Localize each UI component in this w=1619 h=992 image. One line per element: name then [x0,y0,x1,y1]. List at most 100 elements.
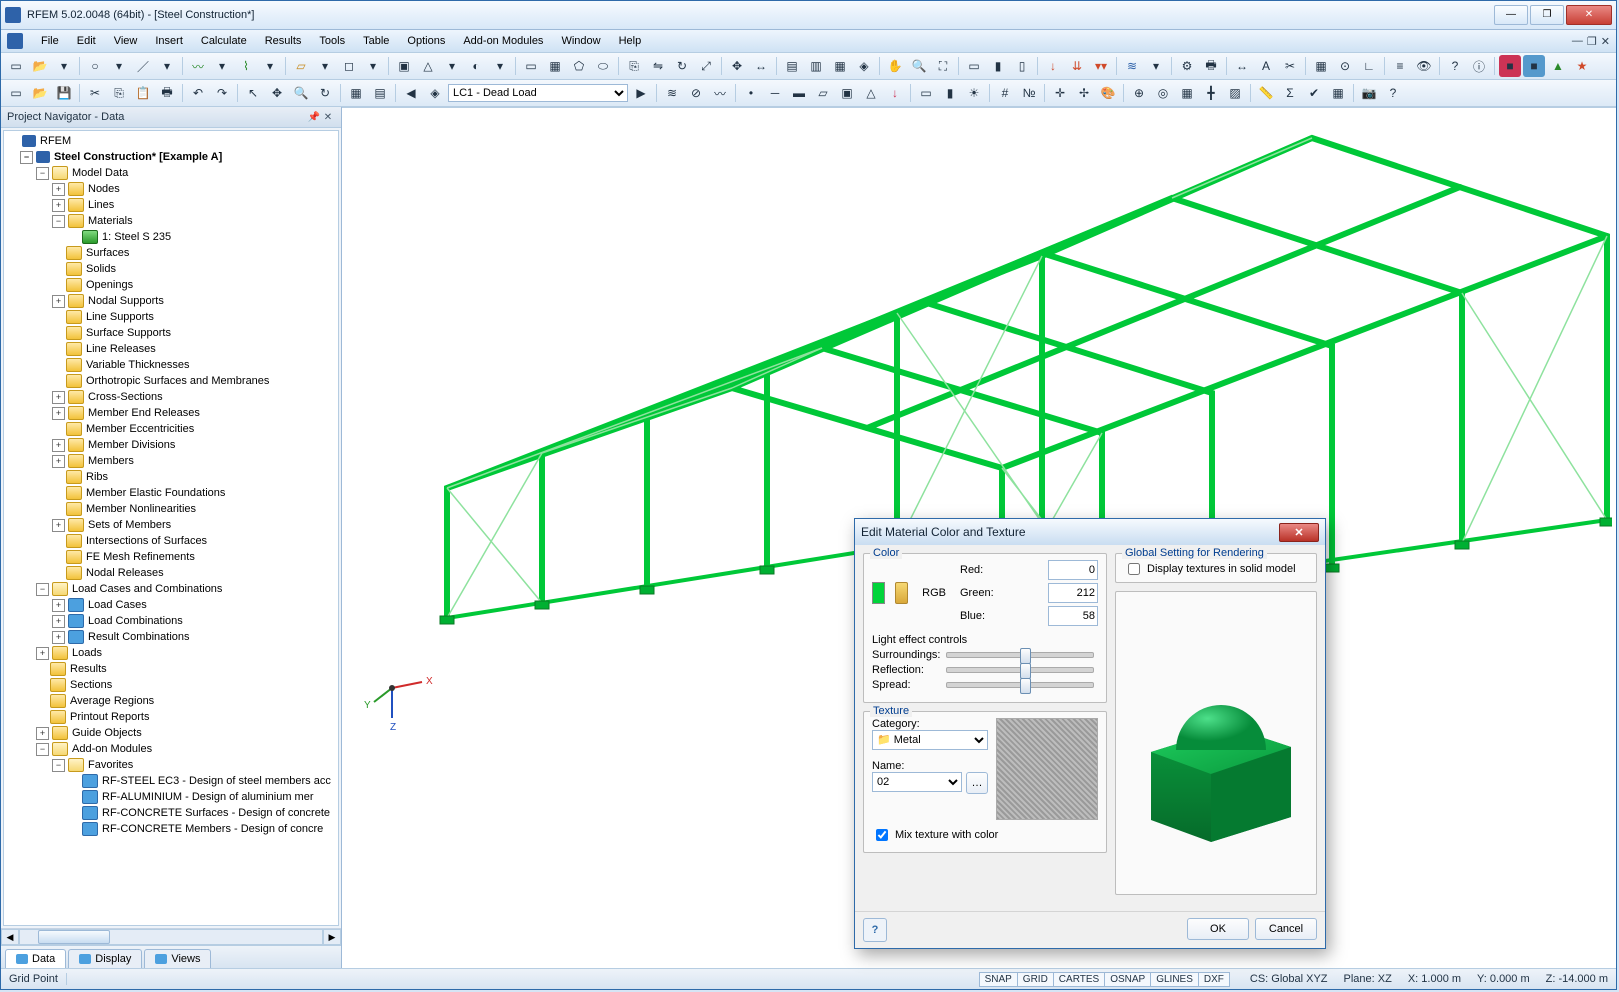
rotate-icon[interactable]: ↻ [671,55,693,77]
menu-view[interactable]: View [106,33,146,49]
ortho-icon[interactable]: ∟ [1358,55,1380,77]
tree-cross-sections[interactable]: Cross-Sections [88,389,163,405]
background-icon[interactable]: ▨ [1224,82,1246,104]
category-combo[interactable]: 📁 Metal [872,730,988,750]
line-icon[interactable]: ／ [132,55,154,77]
tree-surface-supports[interactable]: Surface Supports [86,325,171,341]
tree-printout[interactable]: Printout Reports [70,709,149,725]
snap-toggle-glines[interactable]: GLINES [1150,972,1199,987]
tree-intersections[interactable]: Intersections of Surfaces [86,533,207,549]
show-solids-icon[interactable]: ▣ [836,82,858,104]
tree-sections[interactable]: Sections [70,677,112,693]
surroundings-slider[interactable] [946,652,1094,658]
shaded-icon[interactable]: ▮ [987,55,1009,77]
number-nodes-icon[interactable]: # [994,82,1016,104]
texture-name-combo[interactable]: 02 [872,772,962,792]
show-supports-icon[interactable]: △ [860,82,882,104]
node-icon[interactable]: ○ [84,55,106,77]
mdi-close-icon[interactable]: ✕ [1601,35,1610,48]
load-area-icon[interactable]: ▾▾ [1090,55,1112,77]
select-lasso-icon[interactable]: ⬭ [592,55,614,77]
addon3-icon[interactable]: ▲ [1547,55,1569,77]
select-icon[interactable]: ▭ [520,55,542,77]
results-off-icon[interactable]: ⊘ [685,82,707,104]
tree-result-comb[interactable]: Result Combinations [88,629,190,645]
snap-toggle-grid[interactable]: GRID [1017,972,1054,987]
tree-fav2[interactable]: RF-ALUMINIUM - Design of aluminium mer [102,789,313,805]
select-poly-icon[interactable]: ⬠ [568,55,590,77]
snap-toggle-snap[interactable]: SNAP [979,972,1018,987]
tree-var-thick[interactable]: Variable Thicknesses [86,357,190,373]
drop-icon[interactable]: ▾ [156,55,178,77]
tree-model-data[interactable]: Model Data [72,165,128,181]
tree-nonlin[interactable]: Member Nonlinearities [86,501,196,517]
addon1-icon[interactable]: ■ [1499,55,1521,77]
tree-member-ecc[interactable]: Member Eccentricities [86,421,194,437]
tree-load-cases[interactable]: Load Cases [88,597,147,613]
menu-file[interactable]: File [33,33,67,49]
menu-table[interactable]: Table [355,33,397,49]
tree-loads[interactable]: Loads [72,645,102,661]
navigator-tree[interactable]: RFEM −Steel Construction* [Example A] −M… [3,130,339,926]
tree-line-releases[interactable]: Line Releases [86,341,156,357]
tree-sets[interactable]: Sets of Members [88,517,171,533]
opening-icon[interactable]: ◻ [338,55,360,77]
menu-addon-modules[interactable]: Add-on Modules [455,33,551,49]
visibility-icon[interactable]: 👁 [1413,55,1435,77]
redo-icon[interactable]: ↷ [211,82,233,104]
wireframe-icon[interactable]: ▭ [963,55,985,77]
results-on-icon[interactable]: ≋ [661,82,683,104]
menu-options[interactable]: Options [399,33,453,49]
tree-nodal-supports[interactable]: Nodal Supports [88,293,164,309]
blue-input[interactable] [1048,606,1098,626]
cut-icon[interactable]: ✂ [84,82,106,104]
tree-member-end-rel[interactable]: Member End Releases [88,405,200,421]
view-xz-icon[interactable]: ▥ [805,55,827,77]
tree-fav1[interactable]: RF-STEEL EC3 - Design of steel members a… [102,773,331,789]
lighting-icon[interactable]: ☀ [963,82,985,104]
select-window-icon[interactable]: ▦ [544,55,566,77]
menu-results[interactable]: Results [257,33,310,49]
show-lines-icon[interactable]: ─ [764,82,786,104]
colors-icon[interactable]: 🎨 [1097,82,1119,104]
snap-toggle-cartes[interactable]: CARTES [1053,972,1105,987]
local-axes-icon[interactable]: ✢ [1073,82,1095,104]
menu-help[interactable]: Help [611,33,650,49]
view-yz-icon[interactable]: ▦ [829,55,851,77]
calc-icon[interactable]: ⚙ [1176,55,1198,77]
info-icon[interactable]: ⓘ [1468,55,1490,77]
number-lines-icon[interactable]: № [1018,82,1040,104]
fe-mesh-icon[interactable]: ▦ [1327,82,1349,104]
ok-button[interactable]: OK [1187,918,1249,940]
tree-materials[interactable]: Materials [88,213,133,229]
osnap-icon[interactable]: ◎ [1152,82,1174,104]
results-icon[interactable]: ≋ [1121,55,1143,77]
texture-picker-button[interactable] [895,582,908,604]
screenshot-icon[interactable]: 📷 [1358,82,1380,104]
tree-addon[interactable]: Add-on Modules [72,741,152,757]
annotate-icon[interactable]: A [1255,55,1277,77]
nav-tab-data[interactable]: Data [5,949,66,968]
zoom2-icon[interactable]: 🔍 [290,82,312,104]
tree-solids[interactable]: Solids [86,261,116,277]
tree-guide[interactable]: Guide Objects [72,725,142,741]
color-swatch[interactable] [872,582,885,604]
tree-load-comb[interactable]: Load Combinations [88,613,183,629]
new-icon[interactable]: ▭ [5,55,27,77]
tables-icon[interactable]: ▦ [345,82,367,104]
menu-window[interactable]: Window [553,33,608,49]
show-nodes-icon[interactable]: • [740,82,762,104]
global-axes-icon[interactable]: ✛ [1049,82,1071,104]
drop-icon[interactable]: ▾ [53,55,75,77]
close-button[interactable]: ✕ [1566,5,1612,25]
extend-icon[interactable]: ↔ [750,55,772,77]
drop-icon[interactable]: ▾ [441,55,463,77]
move2-icon[interactable]: ✥ [266,82,288,104]
tree-surfaces[interactable]: Surfaces [86,245,129,261]
open-model-icon[interactable]: 📂 [29,82,51,104]
menu-insert[interactable]: Insert [147,33,191,49]
measure-icon[interactable]: 📏 [1255,82,1277,104]
tree-openings[interactable]: Openings [86,277,133,293]
drop-icon[interactable]: ▾ [211,55,233,77]
grid2-icon[interactable]: ▦ [1176,82,1198,104]
